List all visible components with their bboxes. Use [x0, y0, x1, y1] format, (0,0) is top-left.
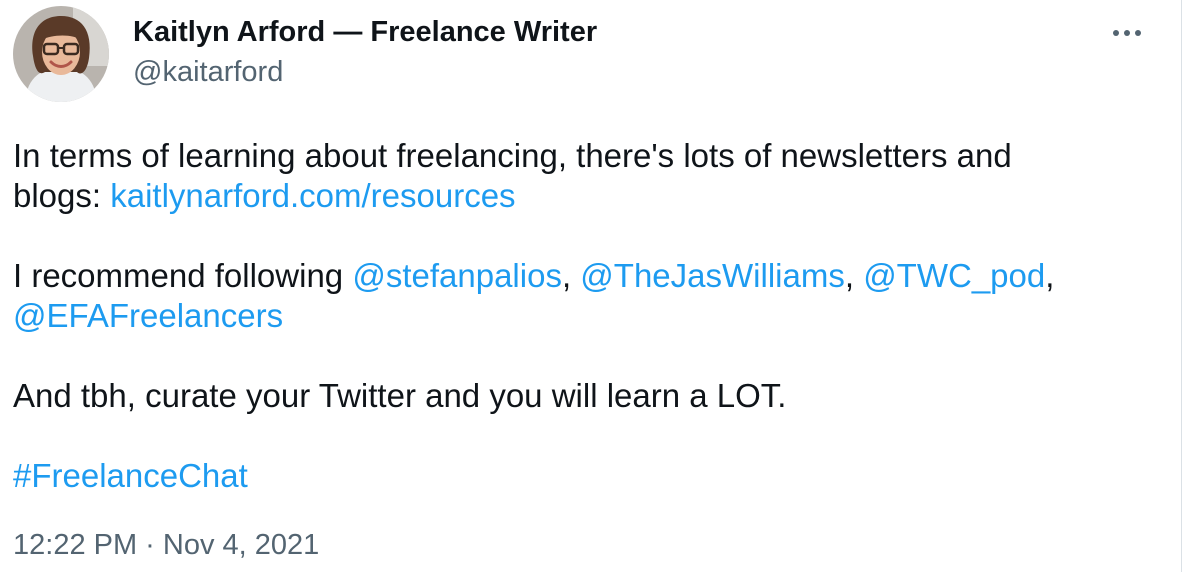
paragraph-hashtag: #FreelanceChat	[13, 456, 1143, 496]
more-options-button[interactable]	[1108, 20, 1148, 46]
hashtag-freelancechat[interactable]: #FreelanceChat	[13, 457, 248, 494]
more-dots-icon	[1113, 30, 1141, 36]
tweet-card: Kaitlyn Arford — Freelance Writer @kaita…	[0, 0, 1182, 572]
paragraph-recommend: I recommend following @stefanpalios, @Th…	[13, 256, 1143, 336]
tweet-line-2-prefix: blogs:	[13, 177, 111, 214]
tweet-timestamp[interactable]: 12:22 PM · Nov 4, 2021	[13, 527, 319, 563]
mention-stefanpalios[interactable]: @stefanpalios	[352, 257, 562, 294]
author-info: Kaitlyn Arford — Freelance Writer @kaita…	[133, 14, 597, 90]
avatar[interactable]	[13, 6, 109, 102]
mention-twc-pod[interactable]: @TWC_pod	[863, 257, 1045, 294]
author-handle[interactable]: @kaitarford	[133, 54, 597, 90]
resources-link[interactable]: kaitlynarford.com/resources	[110, 177, 515, 214]
avatar-image	[13, 6, 109, 102]
tweet-line-1: In terms of learning about freelancing, …	[13, 137, 1012, 174]
closing-line: And tbh, curate your Twitter and you wil…	[13, 377, 787, 414]
paragraph-closing: And tbh, curate your Twitter and you wil…	[13, 376, 1143, 416]
recommend-prefix: I recommend following	[13, 257, 353, 294]
separator: ,	[561, 257, 581, 294]
author-display-name[interactable]: Kaitlyn Arford — Freelance Writer	[133, 14, 597, 50]
mention-thejaswilliams[interactable]: @TheJasWilliams	[580, 257, 845, 294]
separator: ,	[844, 257, 864, 294]
mention-efafreelancers[interactable]: @EFAFreelancers	[13, 297, 283, 334]
tweet-text: In terms of learning about freelancing, …	[13, 136, 1143, 536]
separator: ,	[1045, 257, 1055, 294]
paragraph-resources: In terms of learning about freelancing, …	[13, 136, 1143, 216]
